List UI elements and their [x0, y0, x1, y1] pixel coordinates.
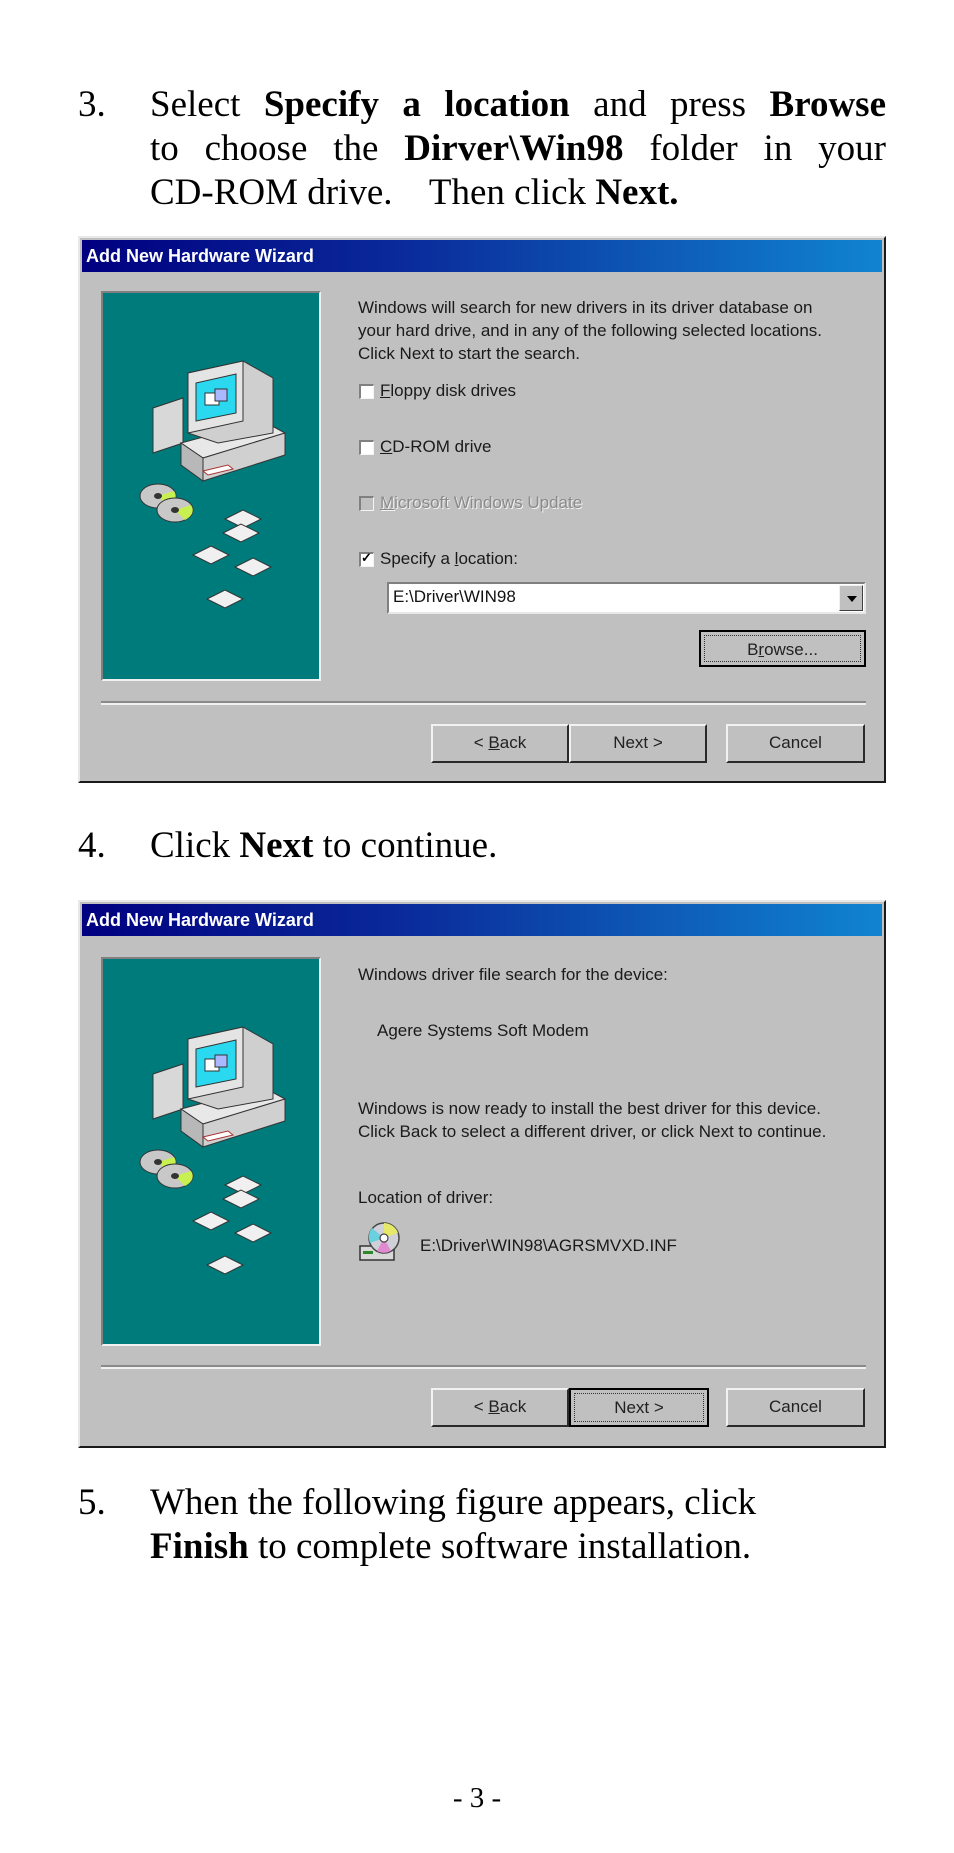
location-label: Location of driver: — [358, 1188, 494, 1207]
step-text: Select Specify a location and press Brow… — [150, 83, 886, 215]
checkbox-box[interactable] — [359, 384, 374, 399]
bold-term: Next — [239, 825, 314, 866]
cancel-button[interactable]: Cancel — [726, 1388, 865, 1427]
text-run: and press — [569, 84, 770, 125]
next-button-label: Next > — [574, 1393, 704, 1422]
step-3-instruction: 3. Select Specify a location and press B… — [78, 83, 886, 215]
checkbox-box — [359, 496, 374, 511]
computer-icon — [152, 360, 287, 482]
checkbox-label: Microsoft Windows Update — [380, 493, 583, 512]
step-line: to choose the Dirver\Win98 folder in you… — [150, 127, 886, 171]
step-text: Click Next to continue. — [150, 824, 886, 868]
step-text: When the following figure appears, click… — [150, 1481, 886, 1569]
bold-term: Specify a location — [263, 84, 570, 125]
checkbox-box[interactable]: ✓ — [359, 550, 374, 567]
ready-text-line: Windows is now ready to install the best… — [358, 1099, 821, 1118]
step-number: 5. — [78, 1482, 106, 1523]
browse-button-label: Browse... — [704, 635, 861, 662]
floppy-disk-icon — [191, 1211, 231, 1231]
dialog-titlebar: Add New Hardware Wizard — [82, 904, 882, 936]
text-run: to choose the — [150, 128, 405, 169]
checkbox-label[interactable]: Specify a location: — [380, 547, 518, 570]
step-4-instruction: 4. Click Next to continue. — [78, 824, 886, 868]
text-run: Select — [150, 84, 264, 125]
back-button[interactable]: < Back — [431, 724, 569, 763]
separator — [101, 701, 866, 705]
text-run: CD-ROM drive. Then click — [150, 172, 596, 213]
search-label: Windows driver file search for the devic… — [358, 965, 668, 984]
floppy-disk-icon — [205, 589, 245, 609]
intro-text-line: Windows will search for new drivers in i… — [358, 298, 813, 317]
separator — [101, 1365, 866, 1369]
cancel-button[interactable]: Cancel — [726, 724, 865, 763]
browse-button[interactable]: Browse... — [699, 630, 866, 667]
computer-icon — [152, 1026, 287, 1148]
cd-icon — [156, 497, 194, 523]
page-number: - 3 - — [452, 1782, 502, 1814]
text-run: to complete software installation. — [248, 1526, 752, 1567]
checkmark-icon: ✓ — [361, 550, 372, 565]
location-combobox[interactable]: E:\Driver\WIN98 — [387, 582, 866, 614]
wizard-dialog-ready-to-install: Add New Hardware Wizard Windows driver f… — [78, 900, 886, 1448]
wizard-illustration — [101, 291, 321, 681]
step-number: 4. — [78, 825, 106, 866]
driver-path: E:\Driver\WIN98\AGRSMVXD.INF — [420, 1236, 677, 1255]
wizard-dialog-specify-location: Add New Hardware Wizard Windows will sea… — [78, 236, 886, 783]
step-5-instruction: 5. When the following figure appears, cl… — [78, 1481, 886, 1569]
step-line: When the following figure appears, click — [150, 1481, 886, 1525]
floppy-disk-icon — [221, 1189, 261, 1209]
step-line: Finish to complete software installation… — [150, 1525, 886, 1569]
text-run: to continue. — [313, 825, 498, 866]
intro-text-line: your hard drive, and in any of the follo… — [358, 321, 822, 340]
floppy-disk-icon — [221, 523, 261, 543]
back-button[interactable]: < Back — [431, 1388, 569, 1427]
checkbox-label[interactable]: Floppy disk drives — [380, 379, 516, 402]
computer-with-disks-icon — [139, 1026, 287, 1275]
location-input[interactable]: E:\Driver\WIN98 — [393, 587, 516, 607]
bold-term: Browse — [769, 84, 887, 125]
step-line: Select Specify a location and press Brow… — [150, 83, 886, 127]
wizard-illustration — [101, 957, 321, 1346]
bold-term: Dirver\Win98 — [404, 128, 624, 169]
dropdown-arrow-button[interactable] — [839, 585, 863, 611]
checkbox-box[interactable] — [359, 440, 374, 455]
checkbox-label[interactable]: CD-ROM drive — [380, 435, 491, 458]
next-button[interactable]: Next > — [569, 1388, 709, 1427]
step-number: 3. — [78, 84, 106, 125]
computer-with-disks-icon — [139, 360, 287, 609]
cd-drive-icon — [359, 1222, 400, 1261]
next-button[interactable]: Next > — [569, 724, 707, 763]
floppy-disk-icon — [191, 545, 231, 565]
bold-term: Next. — [595, 172, 679, 213]
floppy-disk-icon — [233, 1223, 273, 1243]
dialog-titlebar: Add New Hardware Wizard — [82, 240, 882, 272]
step-line: Click Next to continue. — [150, 824, 886, 868]
floppy-disk-icon — [233, 557, 273, 577]
text-run: Click — [150, 825, 240, 866]
step-line: CD-ROM drive. Then click Next. — [150, 171, 886, 215]
floppy-disk-icon — [205, 1255, 245, 1275]
text-run: When the following figure appears, click — [150, 1482, 757, 1523]
ready-text-line: Click Back to select a different driver,… — [358, 1122, 827, 1141]
device-name: Agere Systems Soft Modem — [377, 1021, 589, 1040]
text-run: folder in your — [623, 128, 886, 169]
cd-icon — [156, 1163, 194, 1189]
intro-text-line: Click Next to start the search. — [358, 344, 581, 363]
bold-term: Finish — [150, 1526, 249, 1567]
